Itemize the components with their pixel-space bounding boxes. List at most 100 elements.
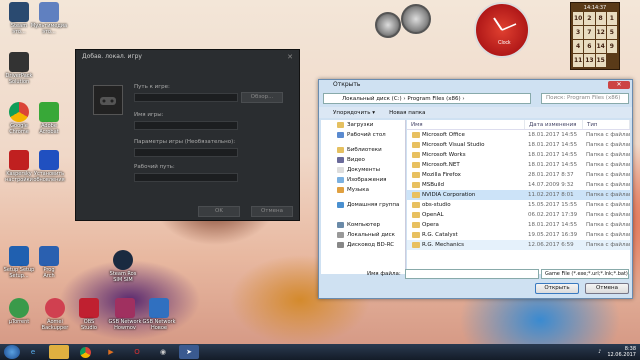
puzzle-tile[interactable]: 6 xyxy=(584,40,595,53)
sidebar-item-desktop[interactable]: Рабочий стол xyxy=(321,130,405,140)
sidebar-item-computer[interactable]: Компьютер xyxy=(321,220,405,230)
new-folder-button[interactable]: Новая папка xyxy=(389,110,425,116)
list-item[interactable]: Opera18.01.2017 14:55 Папка с файлами xyxy=(407,220,630,230)
cancel-button[interactable]: Отмена xyxy=(251,206,293,217)
file-type: Папка с файлами xyxy=(586,152,630,158)
taskbar-steam-icon[interactable]: ➤ xyxy=(179,345,199,359)
documents-icon xyxy=(337,167,344,173)
list-item[interactable]: Microsoft Office 18.01.2017 14:55 Папка с … xyxy=(407,130,630,140)
puzzle-tile[interactable]: 4 xyxy=(573,40,584,53)
game-params-input[interactable] xyxy=(134,148,238,157)
file-name: Opera xyxy=(407,220,525,230)
search-input[interactable]: Поиск: Program Files (x86) xyxy=(541,93,629,104)
driverpack-icon xyxy=(9,52,29,72)
dialog-title-text: Открыть xyxy=(333,81,361,88)
browse-button[interactable]: Обзор... xyxy=(241,92,283,103)
puzzle-tile[interactable]: 7 xyxy=(584,26,595,39)
cancel-button[interactable]: Отмена xyxy=(585,283,629,294)
puzzle-tile[interactable]: 8 xyxy=(595,12,606,25)
puzzle-tile-empty[interactable] xyxy=(606,54,617,67)
filename-input[interactable] xyxy=(405,269,539,279)
puzzle-tile[interactable]: 12 xyxy=(595,26,606,39)
list-item[interactable]: R.G. Catalyst 19.05.2017 16:39 Папка с фай… xyxy=(407,230,630,240)
file-date: 14.07.2009 9:32 xyxy=(528,182,574,188)
workdir-input[interactable] xyxy=(134,173,238,182)
file-date: 12.06.2017 6:59 xyxy=(528,242,574,248)
aomei-icon xyxy=(45,298,65,318)
file-type-select[interactable]: Game File (*.exe;*.url;*.lnk;*.bat) xyxy=(541,269,629,279)
column-name[interactable]: Имя xyxy=(407,120,525,129)
sidebar-item-video[interactable]: Видео xyxy=(321,155,405,165)
sidebar-item-pictures[interactable]: Изображения xyxy=(321,175,405,185)
taskbar-chrome-icon[interactable] xyxy=(75,345,95,359)
address-bar[interactable]: Локальный диск (C:) › Program Files (x86… xyxy=(323,93,531,104)
column-date[interactable]: Дата изменения xyxy=(525,120,583,129)
puzzle-tile[interactable]: 15 xyxy=(595,54,606,67)
volume-icon[interactable]: ♪ xyxy=(598,349,601,355)
desktop-icon-utorrent[interactable]: µTorrent xyxy=(0,298,38,325)
puzzle-tile[interactable]: 5 xyxy=(606,26,617,39)
close-icon[interactable]: ✕ xyxy=(287,53,293,61)
list-item[interactable]: R.G. Mechanics 12.06.2017 6:59 Папка с фай… xyxy=(407,240,630,250)
game-path-input[interactable] xyxy=(134,93,238,102)
puzzle-tile[interactable]: 9 xyxy=(606,40,617,53)
cpu-meter-gadget[interactable] xyxy=(375,4,433,52)
file-name: NVIDIA Corporation xyxy=(407,190,525,200)
taskbar-media-icon[interactable]: ▶ xyxy=(101,345,121,359)
taskbar-explorer-icon[interactable] xyxy=(49,345,69,359)
desktop-icon-program[interactable]: Prog Arch xyxy=(30,246,68,279)
puzzle-tile[interactable]: 1 xyxy=(606,12,617,25)
list-item[interactable]: Microsoft Works 18.01.2017 14:55 Папка с ф… xyxy=(407,150,630,160)
folder-icon xyxy=(412,182,420,188)
video-icon xyxy=(337,157,344,163)
clock-gadget[interactable]: Clock xyxy=(474,2,530,58)
clock-face-icon: Clock xyxy=(493,17,517,46)
open-button[interactable]: Открыть xyxy=(535,283,579,294)
desktop-icon-media[interactable]: Мультимедиа это... xyxy=(30,2,68,35)
desktop-icon-aomei[interactable]: Aomei Backupper xyxy=(36,298,74,331)
sidebar-item-bd-drive[interactable]: Дисковод BD-RC xyxy=(321,240,405,250)
list-item[interactable]: Microsoft.NET 18.01.2017 14:55 Папка с фай… xyxy=(407,160,630,170)
taskbar-obs-icon[interactable]: ◉ xyxy=(153,345,173,359)
taskbar-ie-icon[interactable]: e xyxy=(23,345,43,359)
organize-button[interactable]: Упорядочить ▾ xyxy=(333,110,375,116)
acrobat-icon xyxy=(39,102,59,122)
sidebar-item-homegroup[interactable]: Домашняя группа xyxy=(321,200,405,210)
taskbar-opera-icon[interactable]: O xyxy=(127,345,147,359)
puzzle-tile[interactable]: 10 xyxy=(573,12,584,25)
navigation-pane: Загрузки Рабочий стол Библиотеки Видео Д… xyxy=(321,120,406,274)
start-button[interactable] xyxy=(4,345,20,359)
column-type[interactable]: Тип xyxy=(583,120,630,129)
list-item[interactable]: Microsoft Visual Studio 18.01.2017 14:55 П… xyxy=(407,140,630,150)
puzzle-grid[interactable]: 10 2 8 1 3 7 12 5 4 6 14 9 11 13 15 xyxy=(573,12,617,67)
sidebar-item-music[interactable]: Музыка xyxy=(321,185,405,195)
desktop-icon-notepad[interactable]: GSB Network Новое xyxy=(140,298,178,331)
game-name-input[interactable] xyxy=(134,121,238,130)
file-rows: Microsoft Office 18.01.2017 14:55 Папка с … xyxy=(407,130,630,250)
sidebar-item-local-disk[interactable]: Локальный диск xyxy=(321,230,405,240)
puzzle-tile[interactable]: 11 xyxy=(573,54,584,67)
list-item[interactable]: MSBuild14.07.2009 9:32 Папка с файлами xyxy=(407,180,630,190)
desktop-icon-acrobat[interactable]: Adobe Acrobat xyxy=(30,102,68,135)
desktop-icon-steam-sim[interactable]: Steam Ros SIM SIM xyxy=(104,250,142,283)
desktop-icon-driverpack[interactable]: DriverPack Solution xyxy=(0,52,38,85)
sidebar-item-downloads[interactable]: Загрузки xyxy=(321,120,405,130)
puzzle-tile[interactable]: 2 xyxy=(584,12,595,25)
list-item[interactable]: Mozilla Firefox 28.01.2017 8:37 Папка с фа… xyxy=(407,170,630,180)
sidebar-item-documents[interactable]: Документы xyxy=(321,165,405,175)
sidebar-item-libraries[interactable]: Библиотеки xyxy=(321,145,405,155)
puzzle-tile[interactable]: 13 xyxy=(584,54,595,67)
slide-puzzle-gadget[interactable]: 14:14:37 10 2 8 1 3 7 12 5 4 6 14 9 11 1… xyxy=(570,2,620,70)
desktop-icon-updates[interactable]: Установить обновления xyxy=(30,150,68,183)
desktop-icon-grand[interactable]: GSB Network Howmov xyxy=(106,298,144,331)
desktop-icon-obs[interactable]: OBS Studio xyxy=(70,298,108,331)
puzzle-tile[interactable]: 14 xyxy=(595,40,606,53)
close-button[interactable]: ✕ xyxy=(608,81,630,89)
game-icon-placeholder[interactable] xyxy=(93,85,123,115)
list-item[interactable]: NVIDIA Corporation 11.02.2017 8:01 Папка с… xyxy=(407,190,630,200)
ok-button[interactable]: OK xyxy=(198,206,240,217)
puzzle-tile[interactable]: 3 xyxy=(573,26,584,39)
list-item[interactable]: OpenAL06.02.2017 17:39 Папка с файлами xyxy=(407,210,630,220)
list-item[interactable]: obs-studio15.05.2017 15:55 Папка с файлам… xyxy=(407,200,630,210)
tray-clock[interactable]: 8:38 12.06.2017 xyxy=(607,346,636,358)
